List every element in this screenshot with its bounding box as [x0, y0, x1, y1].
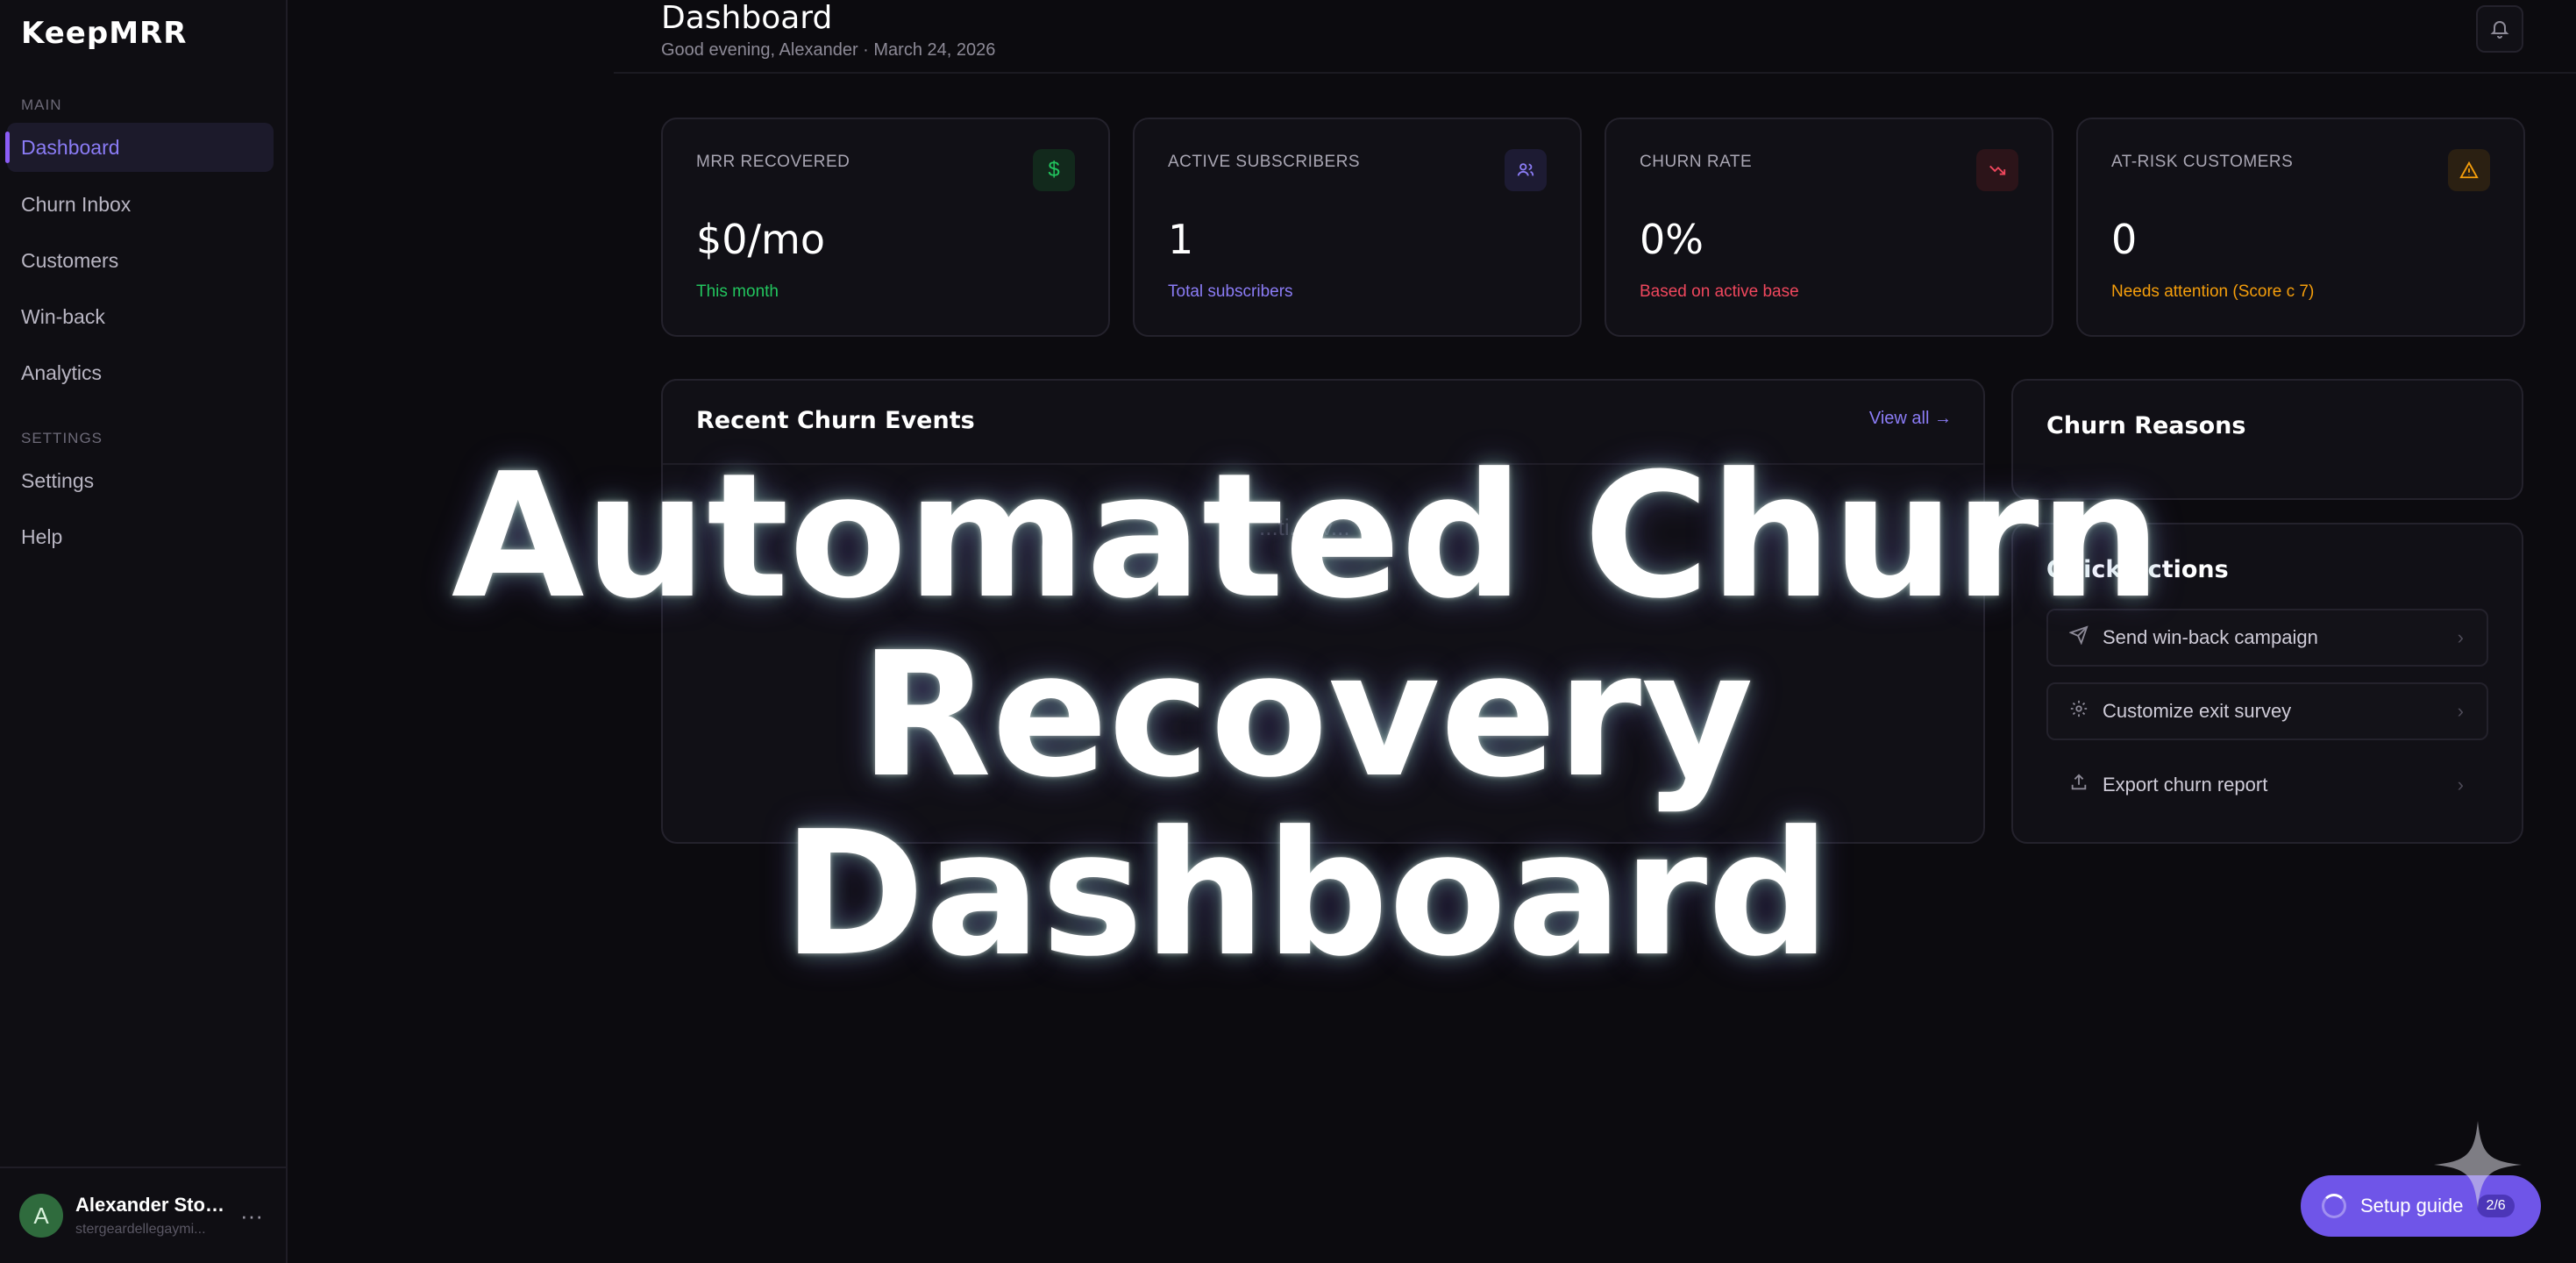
- dollar-icon: $: [1033, 149, 1075, 191]
- user-profile[interactable]: A Alexander Storg... stergeardellegaymi.…: [0, 1167, 286, 1263]
- sidebar-item-label: Help: [21, 524, 63, 548]
- stat-note: Total subscribers: [1168, 282, 1293, 301]
- page-subtitle: Good evening, Alexander · March 24, 2026: [661, 40, 996, 60]
- stat-label: AT-RISK CUSTOMERS: [2111, 153, 2294, 171]
- chevron-right-icon: ›: [2457, 774, 2464, 796]
- sidebar-item-win-back[interactable]: Win-back: [7, 292, 274, 341]
- chevron-right-icon: ›: [2457, 626, 2464, 648]
- trending-down-icon: [1976, 149, 2018, 191]
- sidebar-item-dashboard[interactable]: Dashboard: [5, 123, 274, 172]
- panel-title: Churn Reasons: [2046, 412, 2246, 439]
- notifications-button[interactable]: [2476, 5, 2523, 53]
- brand-logo[interactable]: KeepMRR: [21, 16, 187, 51]
- sidebar-item-label: Dashboard: [21, 135, 120, 159]
- sidebar-item-analytics[interactable]: Analytics: [7, 348, 274, 397]
- header-divider: [614, 72, 2576, 74]
- stat-value: 0%: [1640, 216, 1704, 263]
- stat-label: CHURN RATE: [1640, 153, 1753, 171]
- sidebar-item-label: Win-back: [21, 304, 105, 328]
- sparkle-icon: [2434, 1121, 2522, 1209]
- page-title: Dashboard: [661, 0, 833, 36]
- overlay-line: Automated Churn: [451, 437, 2162, 637]
- progress-spinner-icon: [2322, 1194, 2346, 1218]
- sidebar-item-customers[interactable]: Customers: [7, 236, 274, 285]
- stat-card-at-risk-customers: AT-RISK CUSTOMERS 0 Needs attention (Sco…: [2076, 118, 2525, 337]
- section-label-settings: SETTINGS: [21, 430, 103, 446]
- stat-note: This month: [696, 282, 779, 301]
- sidebar-item-label: Analytics: [21, 360, 103, 384]
- user-email: stergeardellegaymi...: [75, 1222, 206, 1237]
- sidebar-item-label: Churn Inbox: [21, 192, 132, 216]
- stat-card-mrr-recovered: MRR RECOVERED $ $0/mo This month: [661, 118, 1110, 337]
- stat-note: Based on active base: [1640, 282, 1799, 301]
- sidebar-item-settings[interactable]: Settings: [7, 456, 274, 505]
- stat-note: Needs attention (Score c 7): [2111, 282, 2315, 301]
- more-options-button[interactable]: ···: [240, 1202, 263, 1230]
- sidebar-item-churn-inbox[interactable]: Churn Inbox: [7, 180, 274, 229]
- chevron-right-icon: ›: [2457, 700, 2464, 722]
- stat-card-churn-rate: CHURN RATE 0% Based on active base: [1605, 118, 2053, 337]
- stat-value: 1: [1168, 216, 1194, 263]
- view-all-link[interactable]: View all →: [1869, 409, 1952, 429]
- avatar: A: [19, 1194, 63, 1238]
- overlay-headline: Automated Churn Recovery Dashboard: [438, 447, 2174, 984]
- overlay-line: Recovery Dashboard: [782, 616, 1831, 995]
- stat-card-active-subscribers: ACTIVE SUBSCRIBERS 1 Total subscribers: [1133, 118, 1582, 337]
- section-label-main: MAIN: [21, 96, 62, 113]
- sidebar-item-label: Settings: [21, 468, 95, 492]
- user-name: Alexander Storg...: [75, 1194, 224, 1216]
- stat-label: ACTIVE SUBSCRIBERS: [1168, 153, 1361, 171]
- stat-value: 0: [2111, 216, 2138, 263]
- sidebar-item-help[interactable]: Help: [7, 512, 274, 561]
- sidebar: KeepMRR MAIN Dashboard Churn Inbox Custo…: [0, 0, 288, 1263]
- stat-value: $0/mo: [696, 216, 825, 263]
- stat-label: MRR RECOVERED: [696, 153, 850, 171]
- panel-title: Recent Churn Events: [696, 407, 975, 434]
- users-icon: [1505, 149, 1547, 191]
- sidebar-item-label: Customers: [21, 248, 119, 272]
- bell-icon: [2490, 21, 2509, 39]
- warning-icon: [2448, 149, 2490, 191]
